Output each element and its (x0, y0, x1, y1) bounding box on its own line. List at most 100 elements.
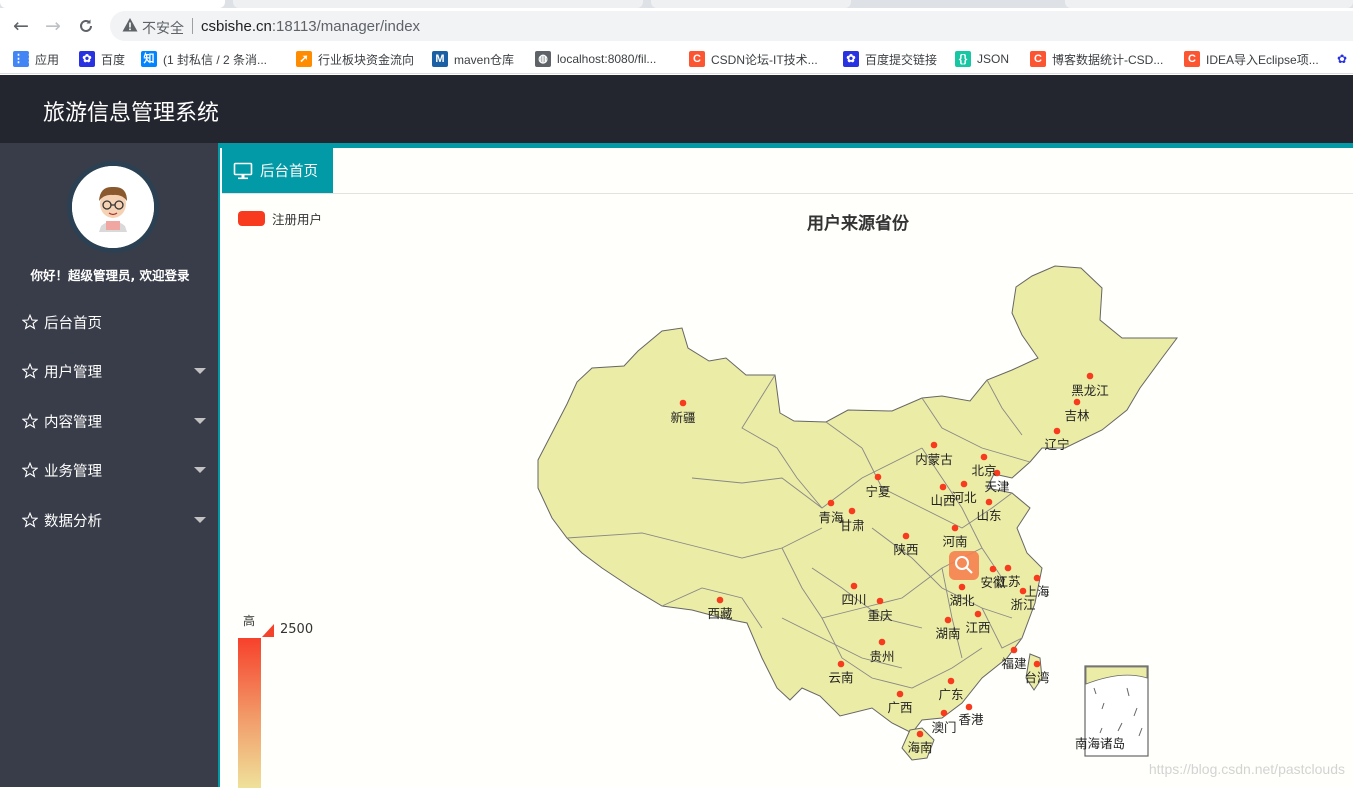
china-map[interactable]: 黑龙江吉林辽宁新疆内蒙古北京天津河北山西宁夏青海甘肃山东陕西河南江苏安徽上海湖北… (222, 148, 1353, 787)
province-marker[interactable] (986, 499, 993, 506)
bookmark-item[interactable]: Mmaven仓库 (432, 50, 514, 68)
reload-icon[interactable] (74, 14, 98, 38)
province-marker[interactable] (879, 639, 886, 646)
province-marker[interactable] (1087, 373, 1094, 380)
province-marker[interactable] (717, 597, 724, 604)
province-label: 新疆 (670, 410, 695, 425)
sidebar-item-1[interactable]: 后台首页 (0, 302, 218, 342)
province-marker[interactable] (959, 584, 966, 591)
bookmark-label: 应用 (35, 51, 59, 68)
back-arrow-icon[interactable]: ← (9, 14, 33, 38)
url-text[interactable]: csbishe.cn:18113/manager/index (201, 18, 420, 35)
province-marker[interactable] (966, 704, 973, 711)
bookmark-item[interactable]: {}JSON (955, 50, 1009, 68)
province-marker[interactable] (849, 508, 856, 515)
visual-map-gradient[interactable] (238, 638, 261, 788)
star-icon (22, 363, 38, 379)
province-marker[interactable] (952, 525, 959, 532)
province-marker[interactable] (975, 611, 982, 618)
bookmark-item[interactable]: ◍localhost:8080/fil... (535, 50, 656, 68)
province-marker[interactable] (838, 661, 845, 668)
browser-tab-strip (0, 0, 1353, 8)
province-marker[interactable] (1011, 647, 1018, 654)
bookmark-label: 百度提交链接 (865, 51, 937, 68)
province-marker[interactable] (948, 678, 955, 685)
province-label: 湖北 (949, 593, 975, 608)
province-marker[interactable] (897, 691, 904, 698)
province-marker[interactable] (877, 598, 884, 605)
caret-down-icon[interactable] (194, 368, 206, 374)
bookmark-label: 行业板块资金流向 (318, 51, 414, 68)
china-map-outline (538, 266, 1177, 760)
caret-down-icon[interactable] (194, 517, 206, 523)
province-marker[interactable] (940, 484, 947, 491)
bookmark-label: 博客数据统计-CSD... (1052, 51, 1163, 68)
province-marker[interactable] (903, 533, 910, 540)
bookmark-overflow-icon[interactable]: ✿ (1337, 50, 1347, 68)
csdn-icon: C (1184, 51, 1200, 67)
province-marker[interactable] (875, 474, 882, 481)
browser-tab[interactable] (1065, 0, 1353, 8)
zhihu-icon: 知 (141, 51, 157, 67)
omnibox-divider (192, 18, 193, 34)
bookmark-item[interactable]: CIDEA导入Eclipse项... (1184, 50, 1319, 68)
insecure-label[interactable]: 不安全 (142, 18, 184, 38)
url-path: :18113/manager/index (272, 18, 420, 35)
province-marker[interactable] (851, 583, 858, 590)
bookmarks-bar: ⋮⋮ 应用 ✿百度知(1 封私信 / 2 条消... ➚行业板块资金流向 Mmaven仓… (0, 44, 1353, 74)
browser-tab[interactable] (651, 0, 851, 8)
sidebar-item-4[interactable]: 业务管理 (0, 450, 218, 490)
province-label: 吉林 (1064, 408, 1090, 423)
province-label: 湖南 (935, 626, 960, 641)
province-marker[interactable] (931, 442, 938, 449)
bookmark-item[interactable]: CCSDN论坛-IT技术... (689, 50, 818, 68)
province-marker[interactable] (981, 454, 988, 461)
province-marker[interactable] (1074, 399, 1081, 406)
province-label: 香港 (958, 712, 984, 727)
province-marker[interactable] (941, 710, 948, 717)
caret-down-icon[interactable] (194, 418, 206, 424)
apps-grid-icon: ⋮⋮ (13, 51, 29, 67)
address-bar[interactable]: 不安全 csbishe.cn:18113/manager/index (110, 11, 1353, 41)
chart-legend[interactable]: 注册用户 (238, 209, 322, 228)
province-marker[interactable] (945, 617, 952, 624)
avatar[interactable] (67, 161, 159, 253)
hover-magnifier[interactable] (949, 551, 979, 580)
province-marker[interactable] (1034, 661, 1041, 668)
bookmark-item[interactable]: ➚行业板块资金流向 (296, 50, 414, 68)
caret-down-icon[interactable] (194, 467, 206, 473)
inset-label: 南海诸岛 (1075, 736, 1125, 751)
browser-tab[interactable] (233, 0, 643, 8)
baidu-paw-icon: ✿ (843, 51, 859, 67)
province-label: 安徽 (980, 575, 1006, 590)
bookmark-item[interactable]: ✿百度 (79, 50, 125, 68)
province-label: 山西 (930, 493, 955, 508)
province-marker[interactable] (1034, 575, 1041, 582)
province-marker[interactable] (680, 400, 687, 407)
url-host: csbishe.cn (201, 18, 272, 35)
province-marker[interactable] (1054, 428, 1061, 435)
browser-tab[interactable] (0, 0, 225, 8)
sidebar-item-label: 后台首页 (44, 312, 102, 333)
province-marker[interactable] (1005, 565, 1012, 572)
csdn-icon: C (1030, 51, 1046, 67)
cartoon-avatar-icon (72, 166, 154, 248)
province-marker[interactable] (990, 566, 997, 573)
sidebar-item-2[interactable]: 用户管理 (0, 351, 218, 391)
legend-label: 注册用户 (272, 209, 322, 228)
province-marker[interactable] (917, 731, 924, 738)
bookmark-item[interactable]: C 博客数据统计-CSD... (1030, 50, 1163, 68)
sidebar-item-5[interactable]: 数据分析 (0, 500, 218, 540)
star-icon (22, 462, 38, 478)
forward-arrow-icon[interactable]: → (41, 14, 65, 38)
sidebar-item-3[interactable]: 内容管理 (0, 401, 218, 441)
star-icon (22, 314, 38, 330)
province-marker[interactable] (961, 481, 968, 488)
province-marker[interactable] (828, 500, 835, 507)
bookmark-item[interactable]: 知(1 封私信 / 2 条消... (141, 50, 267, 68)
visual-map-max-value: 2500 (280, 622, 313, 637)
bookmark-item[interactable]: ⋮⋮ 应用 (13, 50, 59, 68)
bookmark-item[interactable]: ✿ 百度提交链接 (843, 50, 937, 68)
visual-map-handle[interactable] (262, 624, 274, 637)
province-label: 四川 (841, 592, 866, 607)
